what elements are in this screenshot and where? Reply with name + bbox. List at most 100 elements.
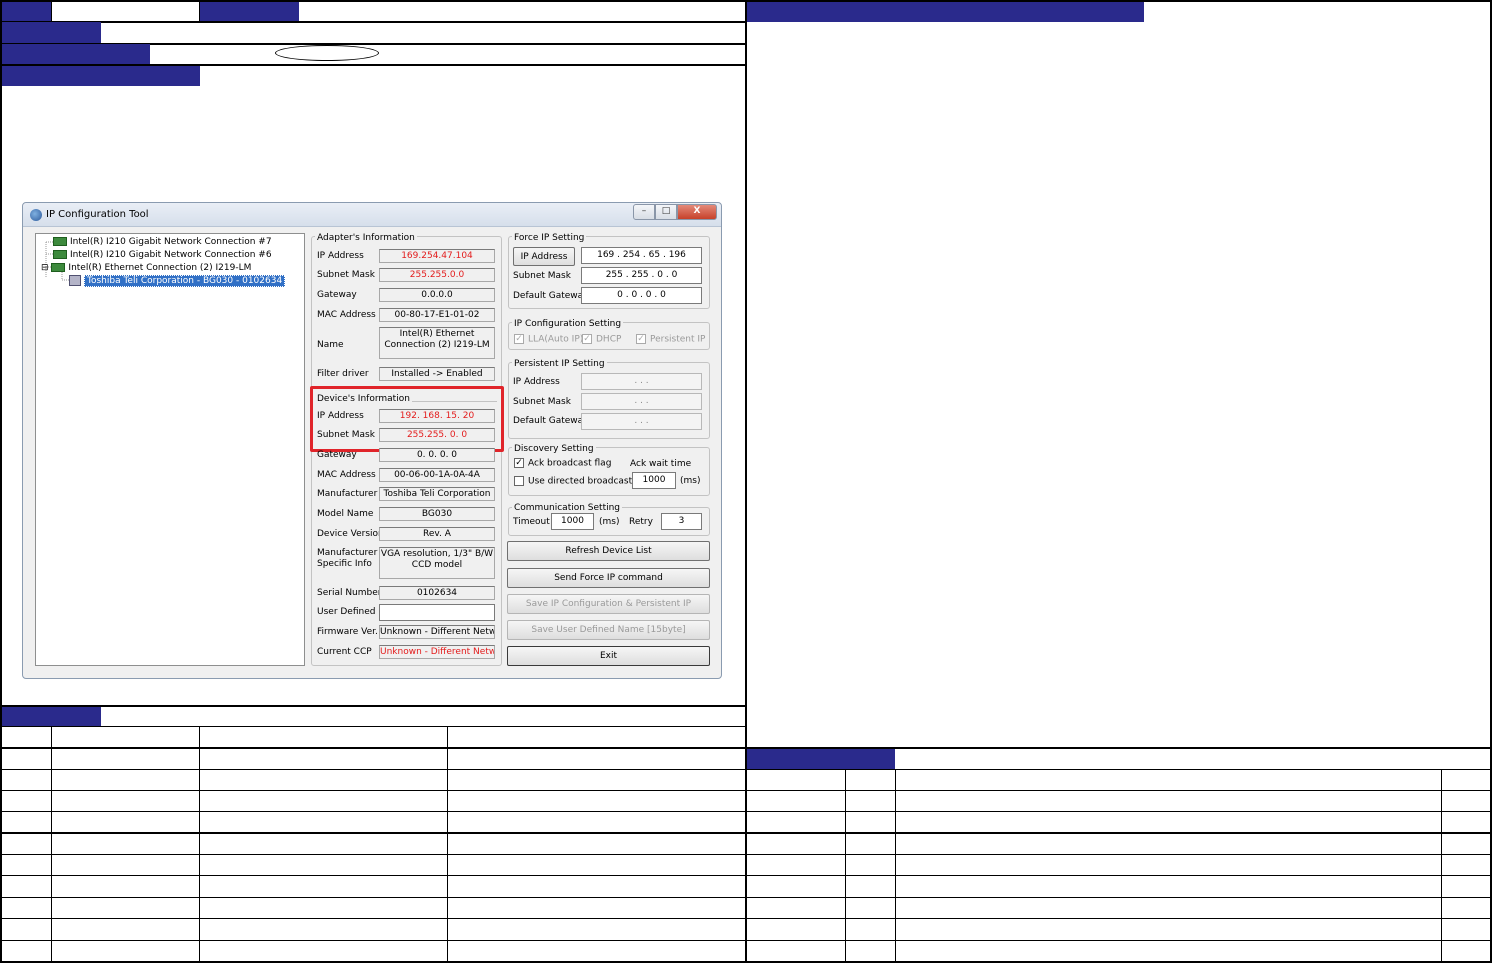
save-ip-configuration-button[interactable]: Save IP Configuration & Persistent IP (507, 594, 710, 614)
directed-broadcast-checkbox[interactable]: Use directed broadcast (514, 476, 632, 487)
force-ip-address-input[interactable]: 169 . 254 . 65 . 196 (581, 247, 702, 264)
table-line (0, 918, 746, 919)
lla-checkbox[interactable]: ✓ LLA(Auto IP) (514, 334, 583, 345)
ip-octet: 255 (605, 270, 623, 280)
table-line (746, 940, 1492, 941)
serial-number-value: 0102634 (379, 586, 495, 600)
send-force-ip-button[interactable]: Send Force IP command (507, 568, 710, 588)
table-line (0, 747, 746, 749)
table-col-line (895, 770, 896, 963)
serial-number-label: Serial Number (317, 588, 382, 598)
header-block-4 (2, 44, 150, 65)
header-row-line (0, 21, 746, 23)
force-ip-address-button[interactable]: IP Address (513, 247, 575, 266)
ip-octet: 0 (617, 290, 623, 300)
persistent-ip-legend: Persistent IP Setting (512, 359, 607, 369)
table-col-line (199, 727, 200, 963)
refresh-device-list-button[interactable]: Refresh Device List (507, 541, 710, 561)
window-title: IP Configuration Tool (46, 209, 149, 220)
ack-broadcast-checkbox[interactable]: ✓ Ack broadcast flag (514, 458, 611, 469)
adapter-info-legend: Adapter's Information (315, 233, 417, 243)
tree-item-label: Intel(R) I210 Gigabit Network Connection… (70, 237, 272, 247)
ip-octet: 254 (622, 250, 641, 260)
dhcp-checkbox[interactable]: ✓ DHCP (582, 334, 621, 345)
tree-item-label: Intel(R) Ethernet Connection (2) I219-LM (68, 263, 252, 273)
close-button[interactable]: X (677, 204, 717, 220)
ip-octet: 0 (631, 290, 638, 300)
adapter-ip-value: 169.254.47.104 (379, 249, 495, 263)
oval-marker (275, 45, 379, 61)
tree-item-adapter[interactable]: Intel(R) I210 Gigabit Network Connection… (53, 249, 272, 261)
adapter-mask-label: Subnet Mask (317, 270, 375, 280)
user-defined-input[interactable] (379, 604, 495, 621)
manufacturer-label: Manufacturer (317, 489, 378, 499)
persistent-ip-label: Persistent IP (650, 334, 706, 345)
title-bar[interactable]: IP Configuration Tool – □ X (23, 203, 721, 227)
table-line (746, 832, 1492, 834)
exit-button[interactable]: Exit (507, 646, 710, 666)
persistent-gateway-label: Default Gateway (513, 416, 589, 426)
collapse-toggle-icon[interactable]: ⊟ (41, 263, 49, 273)
retry-input[interactable]: 3 (661, 513, 702, 530)
timeout-input[interactable]: 1000 (551, 513, 594, 530)
ip-octet: 0 (660, 290, 666, 300)
adapter-mask-value: 255.255.0.0 (379, 268, 495, 282)
table-line (0, 897, 746, 898)
manufacturer-value: Toshiba Teli Corporation (379, 487, 495, 501)
highlight-box (310, 386, 504, 452)
ip-octet: 0 (645, 290, 652, 300)
table-line (0, 940, 746, 941)
force-gateway-input[interactable]: 0 . 0 . 0 . 0 (581, 287, 702, 304)
minimize-button[interactable]: – (633, 204, 655, 220)
adapter-mac-label: MAC Address (317, 310, 376, 320)
right-header-block (747, 2, 1144, 22)
ack-wait-label: Ack wait time (630, 459, 692, 469)
timeout-label: Timeout (513, 517, 550, 527)
table-line (746, 769, 1492, 770)
table-line (0, 811, 746, 812)
camera-device-icon (69, 275, 81, 286)
ip-octet: 65 (648, 250, 661, 260)
adapter-mac-value: 00-80-17-E1-01-02 (379, 308, 495, 322)
network-adapter-icon (53, 250, 67, 259)
table-line (0, 726, 746, 727)
persistent-gateway-input[interactable]: . . . (581, 413, 702, 430)
header-block-2 (200, 2, 299, 22)
adapter-device-tree[interactable]: Intel(R) I210 Gigabit Network Connection… (35, 233, 305, 666)
communication-legend: Communication Setting (512, 503, 623, 513)
persistent-ip-address-input[interactable]: . . . (581, 373, 702, 390)
tree-item-device[interactable]: Toshiba Teli Corporation - BG030 - 01026… (69, 275, 286, 287)
maximize-button[interactable]: □ (655, 204, 677, 220)
checkbox-check-icon: ✓ (514, 334, 524, 344)
table-line (746, 875, 1492, 876)
persistent-ip-checkbox[interactable]: ✓ Persistent IP (636, 334, 705, 345)
model-name-label: Model Name (317, 509, 374, 519)
device-mac-label: MAC Address (317, 470, 376, 480)
force-ip-legend: Force IP Setting (512, 233, 587, 243)
table-top-line (0, 705, 746, 707)
header-block-3 (2, 22, 101, 44)
checkbox-check-icon: ✓ (636, 334, 646, 344)
force-mask-input[interactable]: 255 . 255 . 0 . 0 (581, 267, 702, 284)
adapter-ip-label: IP Address (317, 251, 364, 261)
table-line (746, 790, 1492, 791)
timeout-unit: (ms) (599, 517, 620, 527)
tree-item-adapter[interactable]: Intel(R) I210 Gigabit Network Connection… (53, 236, 272, 248)
discovery-group (508, 447, 710, 496)
filter-driver-label: Filter driver (317, 369, 369, 379)
save-user-defined-name-button[interactable]: Save User Defined Name [15byte] (507, 620, 710, 640)
tree-item-adapter[interactable]: ⊟ Intel(R) Ethernet Connection (2) I219-… (41, 262, 251, 274)
tree-item-label-selected: Toshiba Teli Corporation - BG030 - 01026… (84, 275, 286, 287)
table-col-line (1441, 770, 1442, 963)
table-line (0, 875, 746, 876)
persistent-mask-label: Subnet Mask (513, 397, 571, 407)
right-table-title-block (747, 749, 895, 769)
device-gateway-value: 0. 0. 0. 0 (379, 448, 495, 462)
persistent-mask-input[interactable]: . . . (581, 393, 702, 410)
persistent-ip-address-label: IP Address (513, 377, 560, 387)
table-col-line (51, 727, 52, 963)
table-line (0, 790, 746, 791)
retry-label: Retry (629, 517, 653, 527)
table-line (0, 832, 746, 834)
ack-wait-input[interactable]: 1000 (632, 472, 676, 489)
